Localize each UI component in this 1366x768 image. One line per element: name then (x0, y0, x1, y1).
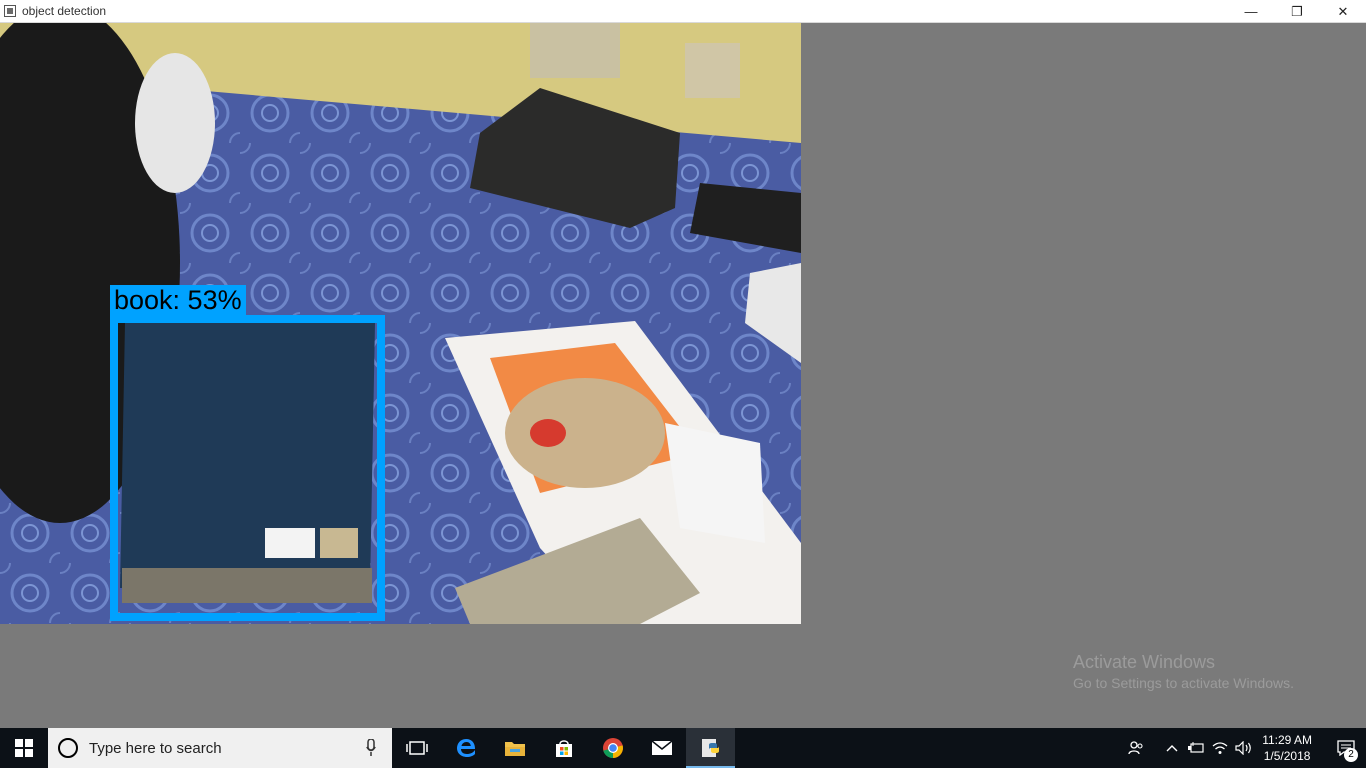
mail-icon (651, 740, 672, 755)
windows-logo-icon (15, 739, 33, 757)
edge-button[interactable] (441, 728, 490, 768)
clock-date: 1/5/2018 (1263, 749, 1311, 763)
taskbar: Type here to search 11:29 AM 1/5/2018 2 (0, 728, 1366, 768)
action-center-button[interactable]: 2 (1326, 728, 1366, 768)
microphone-icon[interactable] (366, 739, 376, 757)
file-explorer-icon (504, 742, 525, 756)
detection-box (110, 315, 385, 621)
window-titlebar: object detection — ❐ ✕ (0, 0, 1366, 23)
system-tray: 11:29 AM 1/5/2018 2 (1124, 728, 1366, 768)
notification-count: 2 (1344, 748, 1358, 762)
clock-time: 11:29 AM (1262, 733, 1312, 747)
watermark-subtitle: Go to Settings to activate Windows. (1073, 675, 1294, 691)
detection-label: book: 53% (110, 285, 246, 315)
close-button[interactable]: ✕ (1320, 0, 1366, 23)
client-area: book: 53% Activate Windows Go to Setting… (0, 23, 1366, 728)
chrome-button[interactable] (588, 728, 637, 768)
mail-button[interactable] (637, 728, 686, 768)
restore-button[interactable]: ❐ (1274, 0, 1320, 23)
store-button[interactable] (539, 728, 588, 768)
wifi-icon[interactable] (1208, 728, 1232, 768)
people-icon[interactable] (1124, 728, 1148, 768)
cortana-icon (58, 738, 78, 758)
edge-icon (456, 739, 475, 757)
minimize-button[interactable]: — (1228, 0, 1274, 23)
window-title: object detection (22, 4, 107, 18)
store-icon (555, 740, 572, 757)
app-icon (4, 5, 16, 17)
file-explorer-button[interactable] (490, 728, 539, 768)
clock[interactable]: 11:29 AM 1/5/2018 (1262, 732, 1312, 764)
chrome-icon (602, 738, 623, 759)
search-placeholder: Type here to search (89, 739, 222, 757)
python-button[interactable] (686, 728, 735, 768)
activation-watermark: Activate Windows Go to Settings to activ… (1073, 651, 1294, 693)
volume-icon[interactable] (1232, 728, 1256, 768)
task-view-icon (405, 741, 428, 755)
battery-icon[interactable] (1184, 728, 1208, 768)
watermark-title: Activate Windows (1073, 652, 1216, 672)
start-button[interactable] (0, 728, 48, 768)
python-icon (701, 739, 719, 757)
show-hidden-icons-icon[interactable] (1160, 728, 1184, 768)
task-view-button[interactable] (392, 728, 441, 768)
taskbar-search[interactable]: Type here to search (48, 728, 392, 768)
window-controls: — ❐ ✕ (1228, 0, 1366, 23)
